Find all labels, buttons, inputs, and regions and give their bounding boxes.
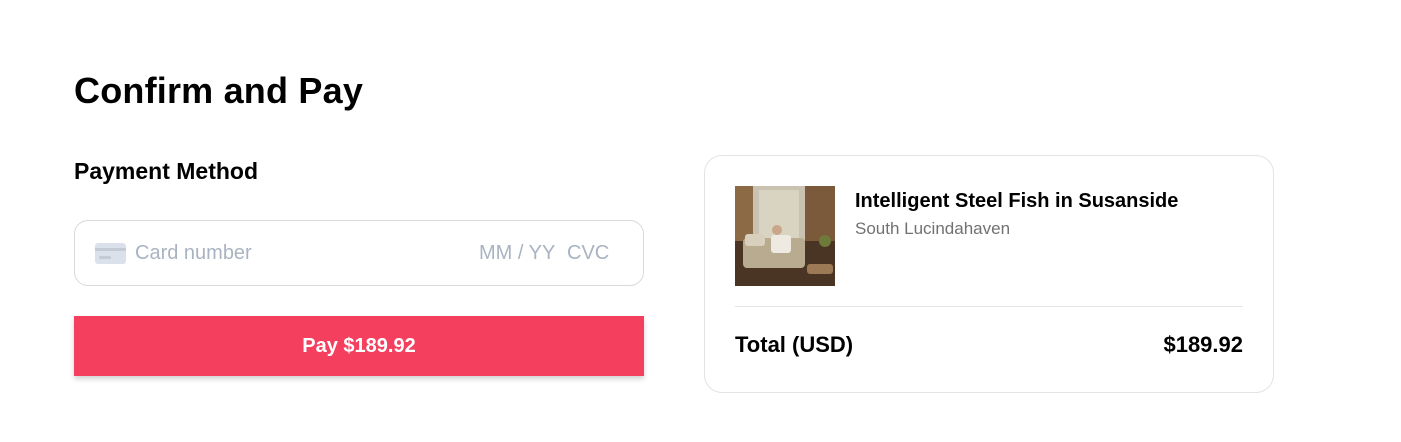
listing-location: South Lucindahaven xyxy=(855,219,1011,238)
listing-title: Intelligent Steel Fish in Susanside xyxy=(855,190,1179,212)
card-expiry-input[interactable] xyxy=(479,239,559,267)
pay-button[interactable]: Pay $189.92 xyxy=(74,316,644,376)
order-summary-card: Intelligent Steel Fish in Susanside Sout… xyxy=(704,155,1274,393)
total-value: $189.92 xyxy=(1163,332,1243,357)
card-number-input[interactable] xyxy=(135,239,435,267)
divider xyxy=(735,306,1243,307)
page-title: Confirm and Pay xyxy=(74,70,364,111)
credit-card-icon xyxy=(95,243,126,264)
payment-method-heading: Payment Method xyxy=(74,158,259,184)
card-element[interactable] xyxy=(74,220,644,286)
total-label: Total (USD) xyxy=(735,332,854,357)
card-cvc-input[interactable] xyxy=(567,239,627,267)
listing-thumbnail xyxy=(735,186,835,286)
checkout-page: Confirm and Pay Payment Method Pay $189.… xyxy=(0,0,1401,442)
listing-photo xyxy=(735,186,835,286)
